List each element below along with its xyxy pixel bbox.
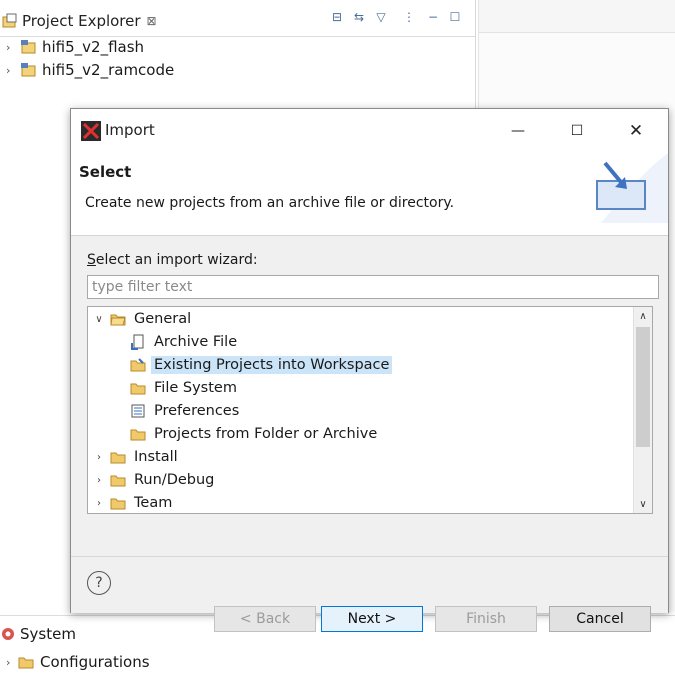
tree-item-label: Archive File: [154, 334, 238, 350]
app-logo-icon: [81, 121, 101, 141]
chevron-right-icon[interactable]: ›: [92, 452, 106, 463]
chevron-right-icon[interactable]: ›: [6, 656, 18, 669]
tree-item-label: File System: [154, 380, 237, 396]
tree-item-label: Projects from Folder or Archive: [154, 426, 378, 442]
dialog-titlebar[interactable]: Import — ☐ ✕: [71, 109, 668, 153]
chevron-right-icon[interactable]: ›: [92, 475, 106, 486]
tab-label: System: [20, 625, 76, 643]
close-icon[interactable]: ⊠: [147, 14, 157, 28]
folder-icon: [18, 657, 34, 669]
chevron-right-icon[interactable]: ›: [6, 64, 20, 77]
finish-button[interactable]: Finish: [435, 606, 537, 632]
import-project-icon: [130, 357, 146, 373]
folder-open-icon: [110, 311, 126, 327]
import-wizard-banner-icon: [596, 153, 668, 223]
project-icon: [21, 40, 36, 54]
folder-icon: [130, 426, 146, 442]
chevron-down-icon[interactable]: ∨: [92, 314, 106, 325]
scrollbar-thumb[interactable]: [636, 327, 650, 447]
tree-item-label: Configurations: [40, 653, 150, 671]
filter-input[interactable]: [87, 275, 659, 299]
tree-item-general[interactable]: ∨ General: [92, 308, 194, 330]
wizard-label: Select an import wizard:: [87, 252, 258, 268]
archive-file-icon: [130, 334, 146, 350]
collapse-all-icon[interactable]: ⊟: [330, 10, 344, 24]
tab-project-explorer[interactable]: Project Explorer ⊠: [0, 6, 157, 36]
tree-item-team[interactable]: › Team: [92, 492, 175, 513]
dialog-title: Import: [105, 121, 155, 139]
project-icon: [21, 63, 36, 77]
folder-icon: [110, 449, 126, 465]
project-explorer-icon: [2, 13, 17, 28]
tree-item-label: Team: [134, 495, 173, 511]
maximize-icon[interactable]: ☐: [448, 10, 462, 24]
minimize-button[interactable]: —: [503, 119, 533, 143]
tree-item-label: Preferences: [154, 403, 240, 419]
project-label: hifi5_v2_flash: [42, 38, 145, 56]
folder-icon: [110, 495, 126, 511]
tree-scrollbar[interactable]: ∧ ∨: [633, 307, 652, 513]
tree-item-label: General: [134, 311, 192, 327]
tree-item-file-system[interactable]: File System: [126, 377, 240, 399]
scroll-up-icon[interactable]: ∧: [634, 307, 652, 325]
chevron-right-icon[interactable]: ›: [6, 41, 20, 54]
maximize-button[interactable]: ☐: [562, 119, 592, 143]
wizard-tree[interactable]: ∨ General Archive File Existing Projects…: [87, 306, 653, 514]
tree-item-projects-from-folder[interactable]: Projects from Folder or Archive: [126, 423, 380, 445]
filter-icon[interactable]: ▽: [374, 10, 388, 24]
system-icon: [2, 628, 14, 640]
tree-item-run-debug[interactable]: › Run/Debug: [92, 469, 217, 491]
help-icon[interactable]: ?: [87, 571, 111, 595]
wizard-content: Select an import wizard: ∨ General Archi…: [71, 236, 668, 556]
wizard-label-text: elect an import wizard:: [95, 252, 258, 268]
close-button[interactable]: ✕: [621, 119, 651, 143]
tab-label: Project Explorer: [22, 12, 141, 30]
tab-system[interactable]: System: [0, 620, 76, 648]
folder-icon: [130, 380, 146, 396]
chevron-right-icon[interactable]: ›: [92, 498, 106, 509]
tree-item-label: Run/Debug: [134, 472, 215, 488]
project-item[interactable]: › hifi5_v2_flash: [6, 36, 144, 58]
minimize-icon[interactable]: −: [426, 10, 440, 24]
tree-item-preferences[interactable]: Preferences: [126, 400, 242, 422]
wizard-banner: Select Create new projects from an archi…: [71, 153, 668, 236]
cancel-button[interactable]: Cancel: [549, 606, 651, 632]
tree-item-archive-file[interactable]: Archive File: [126, 331, 240, 353]
wizard-label-mnemonic: S: [87, 252, 96, 268]
view-menu-icon[interactable]: ⋮: [402, 10, 416, 24]
next-button[interactable]: Next >: [321, 606, 423, 632]
tree-item-existing-projects[interactable]: Existing Projects into Workspace: [126, 354, 393, 376]
page-description: Create new projects from an archive file…: [85, 195, 455, 211]
tree-item-configurations[interactable]: › Configurations: [6, 651, 150, 673]
project-item[interactable]: › hifi5_v2_ramcode: [6, 59, 174, 81]
project-label: hifi5_v2_ramcode: [42, 61, 175, 79]
tree-item-label: Install: [134, 449, 178, 465]
import-dialog: Import — ☐ ✕ Select Create new projects …: [70, 108, 669, 632]
link-with-editor-icon[interactable]: ⇆: [352, 10, 366, 24]
folder-icon: [110, 472, 126, 488]
tree-item-install[interactable]: › Install: [92, 446, 181, 468]
dialog-footer: ?: [71, 556, 668, 613]
preferences-icon: [130, 403, 146, 419]
page-title: Select: [79, 163, 132, 181]
scroll-down-icon[interactable]: ∨: [634, 495, 652, 513]
back-button[interactable]: < Back: [214, 606, 316, 632]
tree-item-label: Existing Projects into Workspace: [151, 356, 393, 374]
